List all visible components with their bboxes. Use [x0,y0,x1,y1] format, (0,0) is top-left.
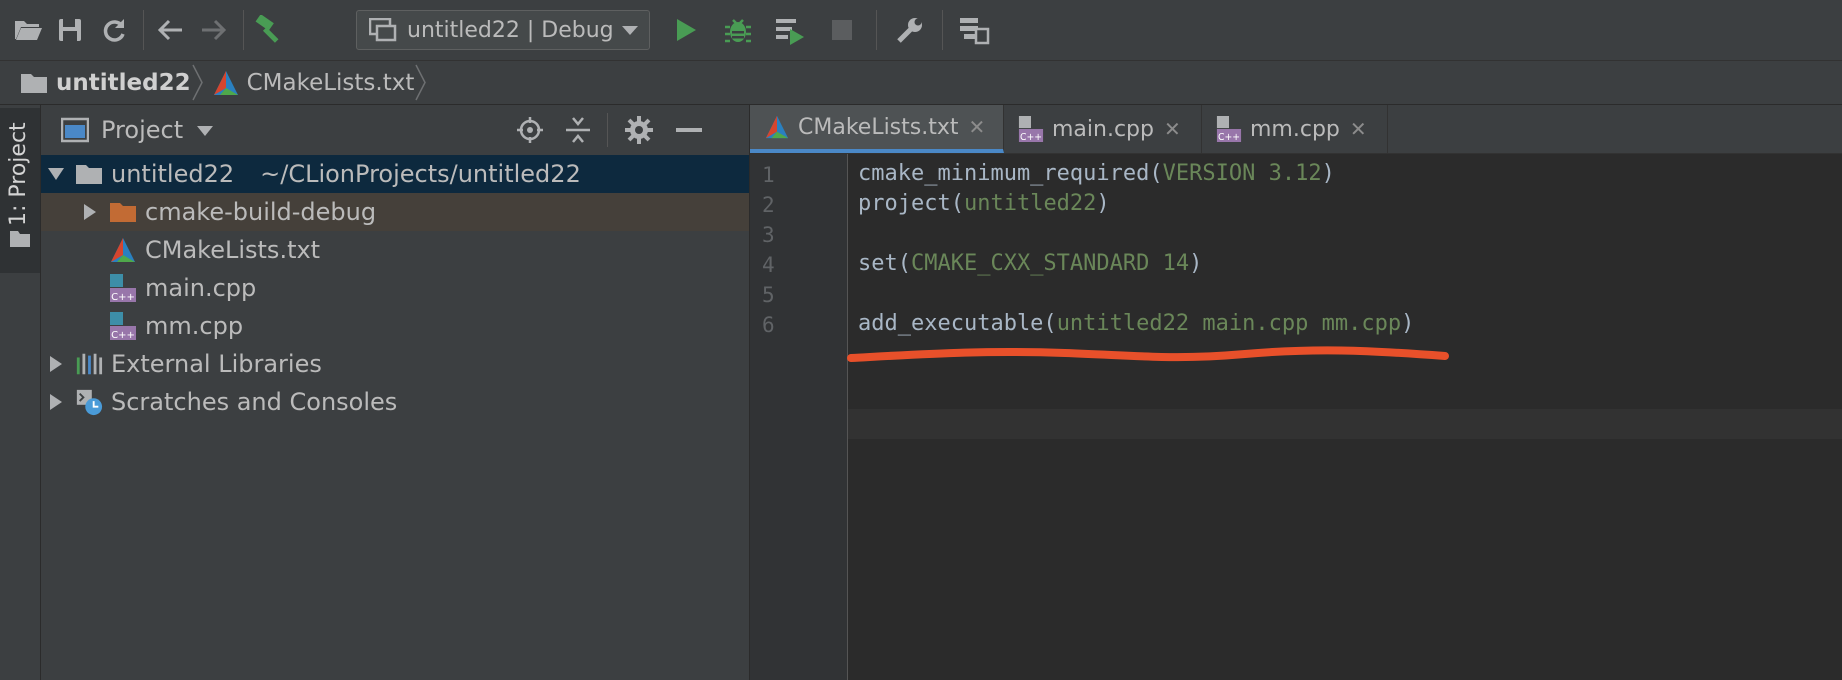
tree-item-mm-cpp[interactable]: C++ mm.cpp [41,307,749,345]
svg-text:C++: C++ [1020,132,1042,143]
tree-item-main-cpp[interactable]: C++ main.cpp [41,269,749,307]
breadcrumb-item-file[interactable]: CMakeLists.txt [213,61,415,104]
cmake-icon [764,114,790,140]
breadcrumb-separator [191,64,203,101]
close-icon[interactable]: ✕ [1350,117,1367,141]
tree-item-external-libraries[interactable]: External Libraries [41,345,749,383]
chevron-down-icon [622,26,638,35]
tree-item-project-root[interactable]: untitled22 ~/CLionProjects/untitled22 [41,155,749,193]
code-line[interactable]: add_executable(untitled22 main.cpp mm.cp… [858,311,1414,336]
tab-label: mm.cpp [1250,116,1340,142]
collapsed-arrow-icon[interactable] [45,391,67,413]
svg-text:C++: C++ [111,330,135,341]
line-number: 2 [762,193,775,217]
close-icon[interactable]: ✕ [1164,117,1181,141]
run-icon[interactable] [668,12,704,48]
tree-item-label: main.cpp [145,274,257,302]
project-tool-window-label: 1: Project [6,122,31,226]
cpp-file-icon: C++ [1018,116,1044,143]
stop-icon[interactable] [824,12,860,48]
tree-item-label: cmake-build-debug [145,198,377,226]
project-path: ~/CLionProjects/untitled22 [260,160,581,188]
cpp-file-icon: C++ [1216,116,1242,143]
svg-text:C++: C++ [111,292,135,303]
run-coverage-icon[interactable] [772,12,808,48]
library-icon [75,350,103,378]
collapsed-arrow-icon[interactable] [79,201,101,223]
locate-file-icon[interactable] [516,116,544,144]
folder-icon [109,198,137,226]
project-tool-window-tab[interactable]: 1: Project [0,108,40,273]
cmake-icon [213,70,238,95]
tree-item-scratches-consoles[interactable]: Scratches and Consoles [41,383,749,421]
tree-item-label: untitled22 [111,160,235,188]
breadcrumb: untitled22 CMakeLists.txt [0,61,1842,105]
annotation-underline [847,346,1449,362]
forward-arrow-icon[interactable] [196,12,232,48]
tab-label: CMakeLists.txt [798,114,959,140]
scratches-icon [75,388,103,416]
tree-item-cmakelists[interactable]: CMakeLists.txt [41,231,749,269]
run-configuration-selector[interactable]: untitled22 | Debug [356,10,650,50]
breadcrumb-label: CMakeLists.txt [246,69,415,96]
tree-item-cmake-build-debug[interactable]: cmake-build-debug [41,193,749,231]
line-number: 5 [762,283,775,307]
project-structure-icon[interactable] [956,12,992,48]
chevron-down-icon[interactable] [196,125,214,137]
open-folder-icon[interactable] [10,12,46,48]
folder-icon [10,231,30,247]
cpp-file-icon: C++ [109,274,137,303]
line-number: 1 [762,163,775,187]
tree-item-label: CMakeLists.txt [145,236,321,264]
svg-text:C++: C++ [1218,132,1240,143]
code-line[interactable]: project(untitled22) [858,191,1110,216]
project-tool-window: Project untitled22 ~/CLionProjects/untit… [41,105,749,680]
tab-cmakelists[interactable]: CMakeLists.txt ✕ [750,105,1004,153]
tree-item-label: mm.cpp [145,312,244,340]
save-icon[interactable] [52,12,88,48]
tab-mm-cpp[interactable]: C++ mm.cpp ✕ [1202,105,1388,153]
line-number: 6 [762,313,775,337]
sync-icon[interactable] [96,12,132,48]
project-panel-header: Project [41,105,749,156]
run-config-icon [369,18,397,42]
current-line-highlight [848,409,1842,439]
line-number: 3 [762,223,775,247]
back-arrow-icon[interactable] [152,12,188,48]
folder-icon [75,160,103,188]
breadcrumb-label: untitled22 [56,69,191,96]
code-line[interactable]: cmake_minimum_required(VERSION 3.12) [858,161,1335,186]
debug-bug-icon[interactable] [720,12,756,48]
folder-icon [21,73,47,93]
gear-icon[interactable] [624,115,654,145]
header-divider [607,113,608,147]
collapsed-arrow-icon[interactable] [45,353,67,375]
tree-item-label: External Libraries [111,350,322,378]
run-configuration-label: untitled22 | Debug [407,17,614,43]
tree-item-label: Scratches and Consoles [111,388,398,416]
build-hammer-icon[interactable] [252,12,288,48]
wrench-settings-icon[interactable] [892,12,928,48]
collapse-all-icon[interactable] [564,116,592,144]
line-number: 4 [762,253,775,277]
breadcrumb-item-project[interactable]: untitled22 [20,61,191,104]
cmake-icon [109,236,137,264]
editor-tabs: CMakeLists.txt ✕ C++ main.cpp ✕ C++ mm.c… [750,105,1842,154]
project-panel-title[interactable]: Project [101,116,183,144]
line-number-gutter: 1 2 3 4 5 6 [750,154,848,680]
expanded-arrow-icon[interactable] [45,163,67,185]
breadcrumb-separator [415,64,427,101]
code-line[interactable]: set(CMAKE_CXX_STANDARD 14) [858,251,1202,276]
main-toolbar: untitled22 | Debug [0,0,1842,61]
editor-area: CMakeLists.txt ✕ C++ main.cpp ✕ C++ mm.c… [750,105,1842,680]
project-view-icon [61,117,89,143]
cpp-file-icon: C++ [109,312,137,341]
tab-label: main.cpp [1052,116,1154,142]
close-icon[interactable]: ✕ [969,115,986,139]
tab-main-cpp[interactable]: C++ main.cpp ✕ [1004,105,1202,153]
minimize-icon[interactable] [674,119,704,141]
